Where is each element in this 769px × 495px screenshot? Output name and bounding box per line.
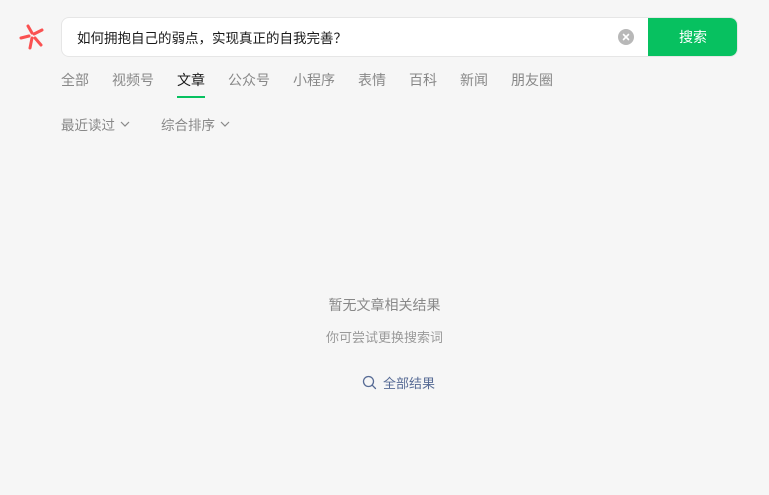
clear-icon[interactable] [618, 29, 634, 45]
all-results-link[interactable]: 全部结果 [362, 373, 435, 392]
tab-stickers[interactable]: 表情 [358, 72, 386, 98]
time-filter-dropdown[interactable]: 最近读过 [61, 114, 131, 134]
tab-channels[interactable]: 视频号 [112, 72, 154, 98]
sort-filter-label: 综合排序 [161, 118, 215, 134]
search-input[interactable] [62, 18, 627, 56]
tab-encyclopedia[interactable]: 百科 [409, 72, 437, 98]
sort-filter-dropdown[interactable]: 综合排序 [161, 114, 231, 134]
search-icon [362, 375, 377, 390]
search-box: 搜索 [61, 17, 738, 57]
tab-articles[interactable]: 文章 [177, 72, 205, 98]
empty-state-hint: 你可尝试更换搜索词 [325, 331, 443, 346]
chevron-down-icon [120, 121, 130, 127]
tab-mini-programs[interactable]: 小程序 [293, 72, 335, 98]
tab-official-accounts[interactable]: 公众号 [228, 72, 270, 98]
app-logo-icon [18, 24, 46, 50]
all-results-label: 全部结果 [383, 377, 436, 392]
chevron-down-icon [220, 121, 230, 127]
time-filter-label: 最近读过 [61, 118, 115, 134]
tab-all[interactable]: 全部 [61, 72, 89, 98]
category-tabs: 全部 视频号 文章 公众号 小程序 表情 百科 新闻 朋友圈 [61, 72, 576, 100]
empty-state-title: 暂无文章相关结果 [328, 298, 441, 314]
filter-bar: 最近读过 综合排序 [61, 114, 261, 134]
tab-news[interactable]: 新闻 [460, 72, 488, 98]
tab-moments[interactable]: 朋友圈 [511, 72, 553, 98]
search-button[interactable]: 搜索 [648, 18, 737, 56]
